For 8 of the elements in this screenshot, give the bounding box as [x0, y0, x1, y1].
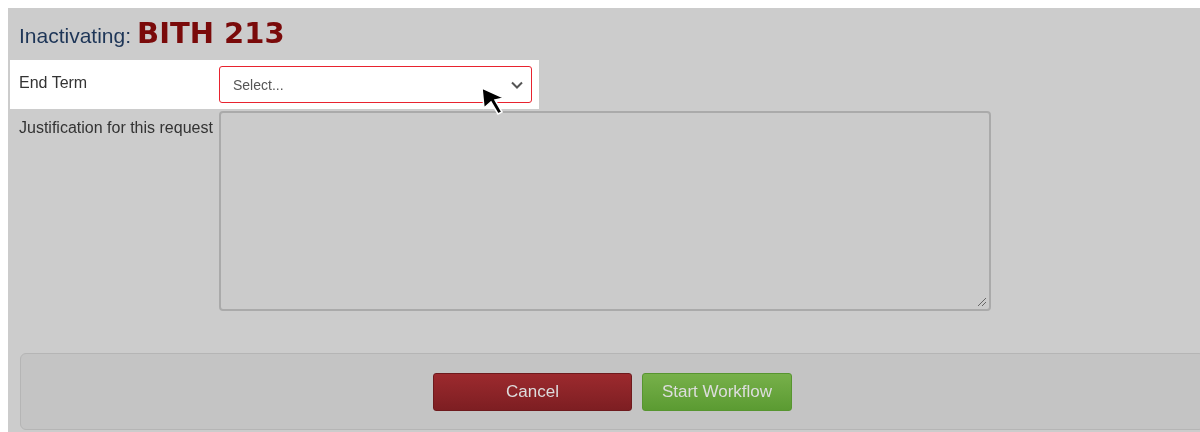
field-label: End Term	[19, 73, 89, 93]
course-code: BITH 213	[137, 16, 285, 50]
resize-grip-icon[interactable]	[977, 297, 987, 307]
chevron-down-icon	[511, 80, 523, 89]
field-label: Justification for this request	[19, 118, 214, 138]
cancel-button[interactable]: Cancel	[433, 372, 632, 411]
end-term-dropdown[interactable]: Select...	[219, 66, 532, 103]
heading-label: Inactivating:	[19, 24, 132, 48]
